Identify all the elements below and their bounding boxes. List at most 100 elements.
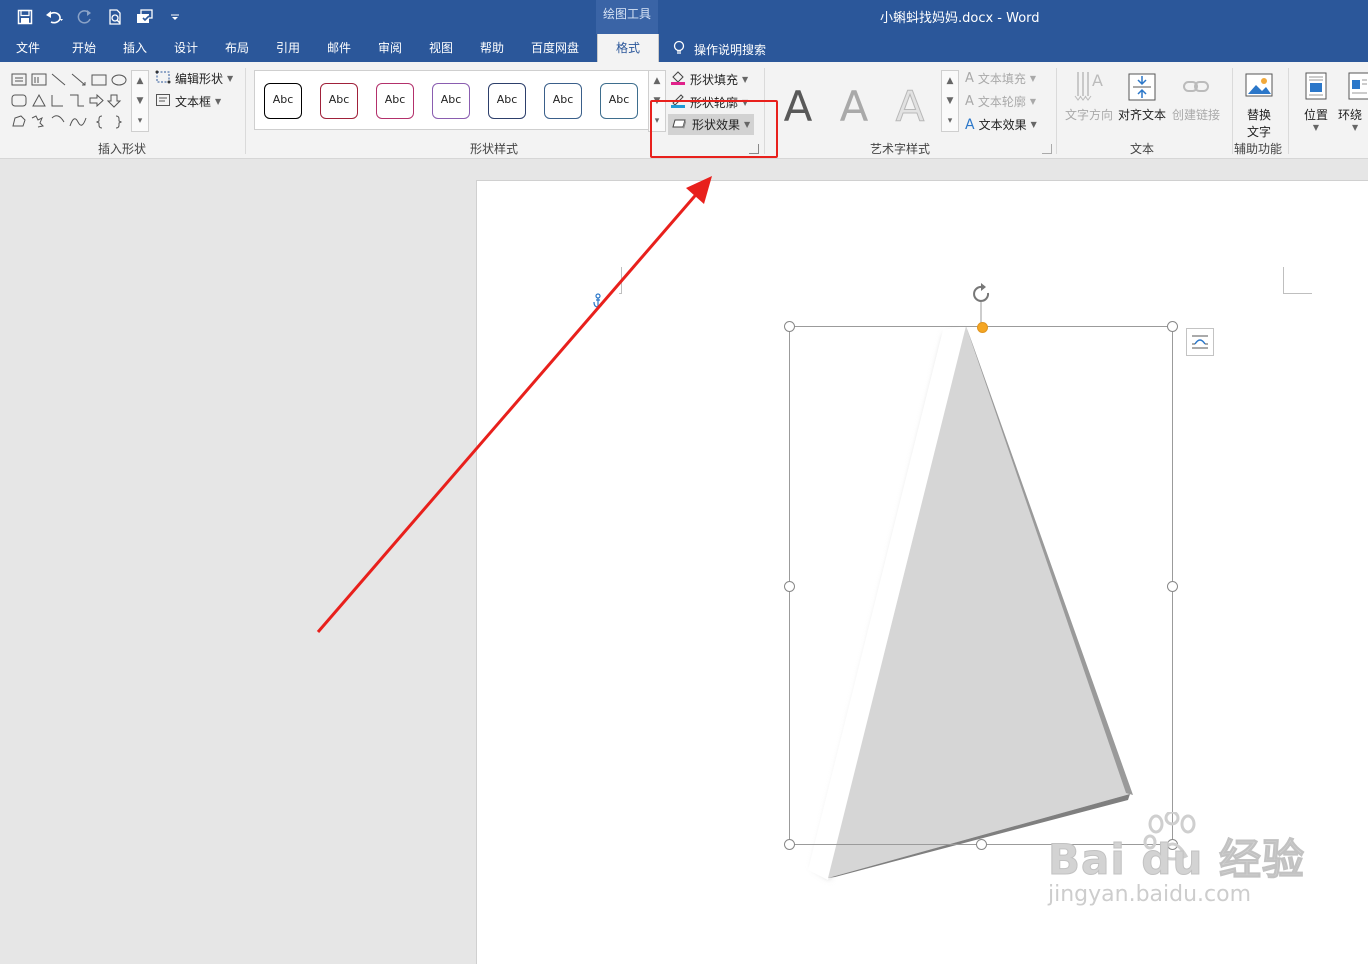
shape-style-thumb-5[interactable]: Abc <box>488 83 526 119</box>
position-button[interactable]: 位置 ▼ <box>1296 70 1336 132</box>
shape-styles-gallery[interactable]: Abc Abc Abc Abc Abc Abc Abc <box>254 70 650 130</box>
layout-options-icon[interactable] <box>1186 328 1214 356</box>
wordart-gallery-scroll[interactable]: ▲ ▼ ▾ <box>941 70 959 132</box>
text-direction-icon: A <box>1072 70 1106 104</box>
text-effects-button[interactable]: A 文本效果 ▼ <box>965 116 1037 133</box>
save-icon[interactable] <box>14 6 36 28</box>
tab-mailings[interactable]: 邮件 <box>327 34 351 62</box>
tab-baidu-netdisk[interactable]: 百度网盘 <box>531 34 579 62</box>
wordart-gallery[interactable]: A A A <box>773 70 939 132</box>
wordart-styles-group-label: 艺术字样式 <box>870 142 931 156</box>
shape-style-thumb-6[interactable]: Abc <box>544 83 582 119</box>
gallery-more-icon[interactable]: ▾ <box>942 111 958 131</box>
resize-handle-top-right[interactable] <box>1167 321 1178 332</box>
shape-style-thumb-2[interactable]: Abc <box>320 83 358 119</box>
quick-access-toolbar <box>14 6 186 28</box>
shape-icons[interactable] <box>10 72 128 132</box>
scroll-down-icon[interactable]: ▼ <box>942 91 958 111</box>
watermark-url: jingyan.baidu.com <box>1048 882 1252 907</box>
wordart-dialog-launcher-icon[interactable] <box>1042 144 1052 154</box>
wrap-text-button[interactable]: 环绕 ▼ <box>1338 70 1368 132</box>
dropdown-arrow-icon: ▼ <box>1029 97 1037 106</box>
scroll-up-icon[interactable]: ▲ <box>649 71 665 91</box>
dropdown-arrow-icon: ▼ <box>215 97 222 106</box>
text-group-label: 文本 <box>1130 142 1155 156</box>
text-outline-label: 文本轮廓 <box>977 95 1026 109</box>
customize-qat-icon[interactable] <box>164 6 186 28</box>
watermark-main-text: Bai du 经验 <box>1048 835 1305 884</box>
align-text-label: 对齐文本 <box>1117 108 1166 122</box>
tell-me-search[interactable]: 操作说明搜索 <box>672 40 766 59</box>
shape-fill-button[interactable]: 形状填充 ▼ <box>670 70 748 88</box>
accessibility-group-label: 辅助功能 <box>1234 142 1283 156</box>
text-direction-button: A 文字方向 <box>1063 70 1115 123</box>
align-text-button[interactable]: 对齐文本 <box>1116 70 1168 123</box>
scroll-up-icon[interactable]: ▲ <box>942 71 958 91</box>
dropdown-arrow-icon: ▼ <box>1312 123 1320 132</box>
shape-style-thumb-7[interactable]: Abc <box>600 83 638 119</box>
alt-text-button[interactable]: 替换 文字 <box>1238 70 1280 140</box>
tab-file[interactable]: 文件 <box>16 34 40 62</box>
group-separator <box>1232 68 1233 154</box>
gallery-more-icon[interactable]: ▾ <box>132 111 148 131</box>
dropdown-arrow-icon: ▼ <box>1030 120 1037 129</box>
print-preview-icon[interactable] <box>104 6 126 28</box>
baidu-jingyan-watermark: Bai du 经验 jingyan.baidu.com <box>1048 835 1305 908</box>
tab-references[interactable]: 引用 <box>276 34 300 62</box>
text-outline-icon: A <box>965 94 974 109</box>
shapes-gallery-scroll[interactable]: ▲ ▼ ▾ <box>131 70 149 132</box>
anchor-icon[interactable] <box>591 293 605 313</box>
shape-style-thumb-4[interactable]: Abc <box>432 83 470 119</box>
shape-style-thumb-1[interactable]: Abc <box>264 83 302 119</box>
tab-help[interactable]: 帮助 <box>480 34 504 62</box>
wrap-text-label: 环绕 <box>1338 108 1363 122</box>
text-outline-button: A 文本轮廓 ▼ <box>965 93 1036 110</box>
resize-handle-left[interactable] <box>784 581 795 592</box>
paint-bucket-icon <box>670 70 686 88</box>
svg-text:A: A <box>1092 71 1103 90</box>
wordart-style-3[interactable]: A <box>887 82 933 132</box>
undo-icon[interactable] <box>44 6 66 28</box>
position-icon <box>1299 70 1333 104</box>
margin-mark-top-left <box>619 267 622 294</box>
wordart-style-1[interactable]: A <box>775 82 821 132</box>
tab-home[interactable]: 开始 <box>72 34 96 62</box>
text-box-label: 文本框 <box>175 95 212 109</box>
text-effects-icon: A <box>965 116 975 133</box>
align-text-icon <box>1125 70 1159 104</box>
wordart-style-2[interactable]: A <box>831 82 877 132</box>
text-direction-label: 文字方向 <box>1064 108 1113 122</box>
scroll-up-icon[interactable]: ▲ <box>132 71 148 91</box>
tab-review[interactable]: 审阅 <box>378 34 402 62</box>
tab-layout[interactable]: 布局 <box>225 34 249 62</box>
rotate-handle-icon[interactable] <box>970 282 994 310</box>
tab-view[interactable]: 视图 <box>429 34 453 62</box>
resize-handle-right[interactable] <box>1167 581 1178 592</box>
shape-fill-label: 形状填充 <box>690 72 739 87</box>
shapes-gallery[interactable] <box>10 72 128 132</box>
resize-handle-top-left[interactable] <box>784 321 795 332</box>
edit-shape-button[interactable]: 编辑形状 ▼ <box>155 70 233 87</box>
adjust-handle[interactable] <box>977 322 988 333</box>
ribbon-tab-row: 文件 开始 插入 设计 布局 引用 邮件 审阅 视图 帮助 百度网盘 格式 操作… <box>0 34 1368 62</box>
text-fill-label: 文本填充 <box>977 72 1026 86</box>
position-label: 位置 <box>1303 108 1328 122</box>
resize-handle-bottom-left[interactable] <box>784 839 795 850</box>
tab-format[interactable]: 格式 <box>597 34 659 62</box>
scroll-down-icon[interactable]: ▼ <box>132 91 148 111</box>
link-icon <box>1179 70 1213 104</box>
insert-shapes-group-label: 插入形状 <box>98 142 147 156</box>
text-effects-label: 文本效果 <box>978 118 1027 132</box>
tab-design[interactable]: 设计 <box>174 34 198 62</box>
drawing-tools-context-label: 绘图工具 <box>596 0 658 34</box>
dropdown-arrow-icon: ▼ <box>742 74 749 84</box>
tell-me-label: 操作说明搜索 <box>694 43 767 57</box>
lightbulb-icon <box>672 40 686 59</box>
title-bar: 绘图工具 小蝌蚪找妈妈.docx - Word <box>0 0 1368 34</box>
touch-mode-icon[interactable] <box>134 6 156 28</box>
text-box-button[interactable]: 文本框 ▼ <box>155 93 221 110</box>
text-box-icon <box>155 93 171 110</box>
resize-handle-bottom[interactable] <box>976 839 987 850</box>
shape-style-thumb-3[interactable]: Abc <box>376 83 414 119</box>
tab-insert[interactable]: 插入 <box>123 34 147 62</box>
